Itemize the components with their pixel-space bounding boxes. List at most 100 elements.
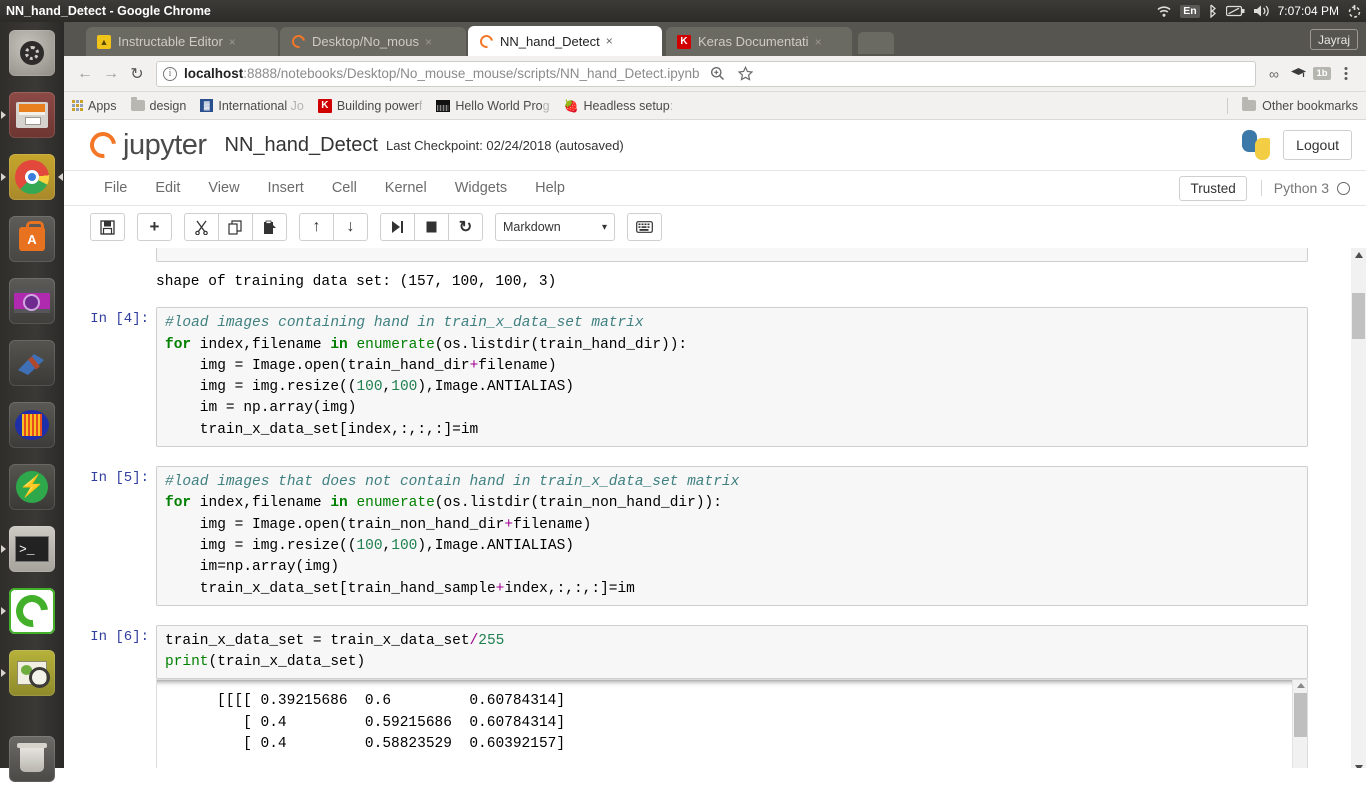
onetab-extension-icon[interactable]: 1b [1310, 62, 1334, 86]
scroll-up-arrow-icon[interactable] [1297, 683, 1305, 689]
ubuntu-launcher: >_ [0, 22, 64, 782]
bookmark-design[interactable]: design [130, 97, 186, 113]
interrupt-kernel-button[interactable] [414, 213, 449, 241]
close-icon[interactable]: × [425, 35, 432, 49]
output-line: [ 0.4 0.59215686 0.60784314] [217, 714, 566, 731]
site-info-icon[interactable]: i [163, 66, 177, 81]
trusted-badge[interactable]: Trusted [1179, 175, 1247, 201]
jupyter-logo[interactable]: jupyter [84, 126, 207, 164]
volume-icon[interactable] [1253, 4, 1270, 18]
bookmarks-bar: Apps design ▓ International Jo K Buildin… [64, 92, 1366, 120]
code-cell[interactable]: In [6]: train_x_data_set = train_x_data_… [64, 624, 1366, 680]
menu-kernel[interactable]: Kernel [371, 176, 441, 200]
folder-icon [130, 97, 145, 111]
zoom-in-icon[interactable] [706, 62, 730, 86]
code-cell[interactable]: In [4]: #load images containing hand in … [64, 307, 1366, 448]
wifi-icon[interactable] [1156, 5, 1172, 18]
image-viewer-icon[interactable] [0, 642, 64, 704]
cut-cell-button[interactable] [184, 213, 219, 241]
video-editor-icon[interactable] [0, 270, 64, 332]
scholar-extension-icon[interactable] [1286, 62, 1310, 86]
command-palette-button[interactable] [627, 213, 662, 241]
dash-home-icon[interactable] [0, 22, 64, 84]
jupyter-wordmark: jupyter [123, 128, 207, 161]
browser-tab[interactable]: ▲ Instructable Editor × [86, 27, 278, 56]
address-bar[interactable]: i localhost:8888/notebooks/Desktop/No_mo… [156, 60, 1256, 87]
chrome-icon[interactable] [0, 146, 64, 208]
bookmark-star-icon[interactable] [734, 62, 758, 86]
page-scrollbar[interactable] [1351, 248, 1366, 768]
software-center-icon[interactable] [0, 208, 64, 270]
window-title: NN_hand_Detect - Google Chrome [6, 4, 211, 18]
output-scrollbar[interactable] [1292, 680, 1307, 768]
tab-title: NN_hand_Detect [500, 33, 600, 49]
scroll-up-arrow-icon[interactable] [1354, 252, 1363, 258]
python-logo-icon [1241, 130, 1271, 160]
reload-button[interactable]: ↻ [124, 61, 150, 87]
trash-icon[interactable] [0, 728, 64, 790]
menu-insert[interactable]: Insert [254, 176, 318, 200]
paste-cell-button[interactable] [252, 213, 287, 241]
menu-widgets[interactable]: Widgets [441, 176, 521, 200]
menu-cell[interactable]: Cell [318, 176, 371, 200]
jupyter-toolbar: + ↑ ↓ ↻ Markdown ▾ [64, 206, 1366, 248]
menu-edit[interactable]: Edit [141, 176, 194, 200]
browser-tab[interactable]: K Keras Documentati × [666, 27, 852, 56]
system-tray: En 7:07:04 PM [1156, 0, 1362, 22]
bluetooth-icon[interactable] [1208, 4, 1218, 18]
bookmark-apps[interactable]: Apps [72, 99, 117, 113]
etcher-icon[interactable] [0, 332, 64, 394]
bookmark-international-journal[interactable]: ▓ International Jo [200, 99, 304, 113]
close-icon[interactable]: × [229, 35, 236, 49]
audacity-icon[interactable] [0, 394, 64, 456]
profile-chip[interactable]: Jayraj [1309, 29, 1358, 50]
clock[interactable]: 7:07:04 PM [1278, 4, 1339, 18]
terminal-icon[interactable]: >_ [0, 518, 64, 580]
code-editor[interactable]: #load images that does not contain hand … [156, 466, 1308, 606]
link-extension-icon[interactable]: ∞ [1262, 62, 1286, 86]
browser-tab-active[interactable]: NN_hand_Detect × [468, 26, 662, 56]
scrollbar-thumb[interactable] [1294, 693, 1307, 738]
bookmark-headless-setup[interactable]: 🍓 Headless setup: [564, 99, 674, 113]
keyboard-layout-icon[interactable]: En [1180, 4, 1200, 18]
close-icon[interactable]: × [815, 35, 822, 49]
menu-file[interactable]: File [90, 176, 141, 200]
move-cell-up-button[interactable]: ↑ [299, 213, 334, 241]
menu-view[interactable]: View [194, 176, 253, 200]
flash-tool-icon[interactable] [0, 456, 64, 518]
logout-button[interactable]: Logout [1283, 130, 1352, 160]
restart-kernel-button[interactable]: ↻ [448, 213, 483, 241]
scrolled-output-area[interactable]: [[[[ 0.39215686 0.6 0.60784314] [ 0.4 0.… [156, 679, 1308, 768]
notebook-name[interactable]: NN_hand_Detect [225, 134, 378, 157]
bookmark-building-powerful[interactable]: K Building powerf [317, 98, 422, 113]
new-tab-button[interactable] [858, 32, 894, 54]
run-cell-button[interactable] [380, 213, 415, 241]
close-icon[interactable]: × [606, 34, 613, 48]
partial-code-cell-above[interactable] [156, 248, 1308, 262]
back-button[interactable]: ← [72, 61, 98, 87]
code-editor[interactable]: #load images containing hand in train_x_… [156, 307, 1308, 448]
cell-type-select[interactable]: Markdown ▾ [495, 213, 615, 241]
bookmark-label: Headless setup: [583, 98, 674, 113]
move-cell-down-button[interactable]: ↓ [333, 213, 368, 241]
anaconda-icon[interactable] [0, 580, 64, 642]
power-icon[interactable] [1347, 4, 1362, 19]
last-checkpoint-text: Last Checkpoint: 02/24/2018 (autosaved) [385, 137, 624, 153]
files-icon[interactable] [0, 84, 64, 146]
bookmark-hello-world[interactable]: Hello World Prog [436, 99, 550, 113]
three-dot-menu-icon[interactable] [1334, 62, 1358, 86]
insert-cell-below-button[interactable]: + [137, 213, 172, 241]
copy-cell-button[interactable] [218, 213, 253, 241]
bookmark-label: Apps [88, 98, 117, 113]
notebook-scroll-area[interactable]: shape of training data set: (157, 100, 1… [64, 248, 1366, 768]
code-cell[interactable]: In [5]: #load images that does not conta… [64, 466, 1366, 606]
browser-tab[interactable]: Desktop/No_mous × [280, 27, 466, 56]
save-button[interactable] [90, 213, 125, 241]
other-bookmarks-button[interactable]: Other bookmarks [1227, 97, 1358, 114]
scrollbar-thumb[interactable] [1352, 293, 1365, 339]
battery-icon[interactable] [1225, 5, 1245, 17]
menu-help[interactable]: Help [521, 176, 579, 200]
code-editor[interactable]: train_x_data_set = train_x_data_set/255 … [156, 624, 1308, 680]
kernel-indicator[interactable]: Python 3 [1260, 180, 1350, 196]
forward-button[interactable]: → [98, 61, 124, 87]
